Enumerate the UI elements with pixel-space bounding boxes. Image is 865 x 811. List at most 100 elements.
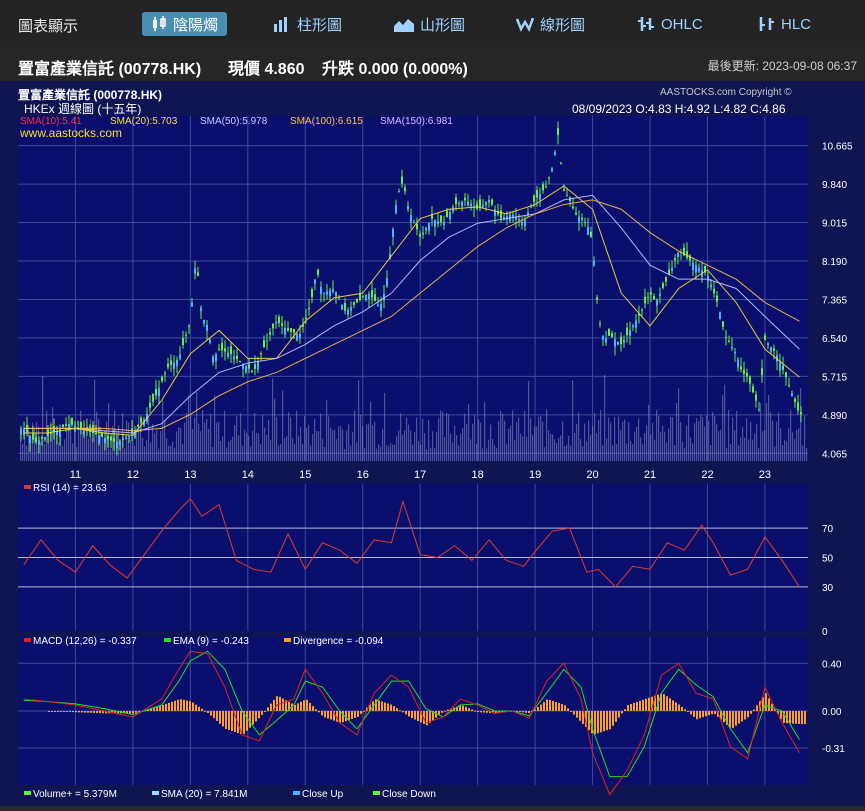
- divergence-bar: [519, 711, 521, 712]
- candle-body: [719, 312, 721, 319]
- candle-body: [167, 363, 169, 368]
- candle-body: [770, 347, 772, 352]
- tab-line-chart[interactable]: 線形圖: [516, 12, 585, 36]
- divergence-bar: [165, 703, 167, 711]
- divergence-bar: [87, 711, 89, 713]
- candle-body: [407, 205, 409, 210]
- candle-body: [347, 309, 349, 315]
- volume-bar: [512, 410, 514, 461]
- volume-bar: [536, 426, 538, 461]
- divergence-bar: [666, 696, 668, 711]
- volume-bar: [202, 410, 204, 461]
- volume-bar: [658, 415, 660, 461]
- volume-bar: [672, 417, 674, 461]
- tab-candlestick[interactable]: 陰陽燭: [142, 12, 228, 36]
- volume-bar: [34, 429, 36, 461]
- divergence-bar: [210, 711, 212, 716]
- candle-body: [533, 195, 535, 202]
- divergence-bar: [69, 711, 71, 712]
- divergence-bar: [549, 699, 551, 711]
- volume-bar: [738, 445, 740, 461]
- volume-bar: [258, 433, 260, 461]
- candle-body: [656, 299, 658, 306]
- candle-body: [314, 279, 316, 284]
- divergence-bar: [579, 711, 581, 721]
- candle-body: [527, 212, 529, 215]
- divergence-bar: [741, 711, 743, 722]
- volume-bar: [770, 412, 772, 461]
- x-tick-label: 16: [357, 469, 369, 481]
- volume-bar: [806, 447, 808, 461]
- volume-bar: [748, 439, 750, 461]
- volume-bar: [578, 412, 580, 461]
- volume-bar: [646, 425, 648, 461]
- divergence-bar: [747, 711, 749, 718]
- chart-title: 置富產業信託 (000778.HK): [18, 87, 162, 102]
- candle-body: [239, 361, 241, 363]
- candle-body: [356, 298, 358, 303]
- volume-bar: [676, 402, 678, 461]
- volume-bar: [124, 448, 126, 461]
- volume-bar: [248, 435, 250, 461]
- volume-bar: [524, 411, 526, 461]
- stock-chart[interactable]: 11 12 13 14 15 16 17 18 19 20 21 22 23 10.665 9.840 9.0…: [0, 81, 865, 806]
- volume-bar: [514, 439, 516, 461]
- candle-body: [641, 309, 643, 311]
- divergence-bar: [642, 699, 644, 711]
- candle-body: [332, 288, 334, 292]
- volume-bar: [406, 417, 408, 461]
- volume-bar: [344, 448, 346, 461]
- tab-label: 線形圖: [540, 16, 586, 34]
- divergence-bar: [264, 711, 266, 712]
- divergence-bar: [327, 711, 329, 719]
- volume-bar: [338, 426, 340, 461]
- volume-bar: [376, 448, 378, 461]
- volume-bar: [364, 448, 366, 461]
- divergence-bar: [228, 711, 230, 730]
- candle-body: [764, 335, 766, 340]
- candle-body: [266, 340, 268, 342]
- candle-body: [119, 440, 121, 446]
- volume-bar: [530, 418, 532, 461]
- volume-bar: [760, 403, 762, 461]
- chart-area[interactable]: 11 12 13 14 15 16 17 18 19 20 21 22 23 10.665 9.840 9.0…: [0, 81, 865, 806]
- volume-bar: [692, 443, 694, 461]
- divergence-bar: [198, 706, 200, 711]
- volume-bar: [520, 433, 522, 461]
- volume-bar: [62, 445, 64, 461]
- divergence-bar: [540, 704, 542, 711]
- volume-bar: [504, 420, 506, 461]
- tab-bar-chart[interactable]: 柱形圖: [273, 12, 342, 36]
- divergence-bar: [342, 711, 344, 723]
- volume-bar: [198, 423, 200, 461]
- volume-bar: [374, 421, 376, 461]
- candle-body: [725, 336, 727, 338]
- volume-bar: [490, 424, 492, 461]
- divergence-bar: [558, 703, 560, 711]
- candle-body: [32, 433, 34, 440]
- candle-body: [152, 394, 154, 402]
- mountain-chart-icon: [394, 16, 414, 32]
- tab-mountain-chart[interactable]: 山形圖: [394, 12, 465, 36]
- volume-bar: [540, 415, 542, 461]
- hlc-icon: [757, 16, 775, 32]
- candle-body: [326, 291, 328, 295]
- volume-bar: [706, 415, 708, 461]
- tab-hlc[interactable]: HLC: [757, 12, 811, 36]
- rsi-tick-label: 0: [822, 627, 828, 638]
- volume-bar: [126, 420, 128, 461]
- volume-bar: [436, 431, 438, 461]
- volume-bar: [434, 448, 436, 461]
- divergence-bar: [180, 699, 182, 711]
- divergence-bar: [276, 696, 278, 711]
- candle-body: [377, 304, 379, 306]
- candle-body: [653, 295, 655, 300]
- tab-ohlc[interactable]: OHLC: [637, 12, 703, 36]
- current-price: 現價 4.860: [228, 61, 305, 78]
- candle-body: [476, 203, 478, 209]
- candle-body: [149, 402, 151, 408]
- candle-body: [647, 296, 649, 298]
- divergence-bar: [708, 711, 710, 716]
- volume-bar: [370, 402, 372, 461]
- divergence-bar: [465, 706, 467, 711]
